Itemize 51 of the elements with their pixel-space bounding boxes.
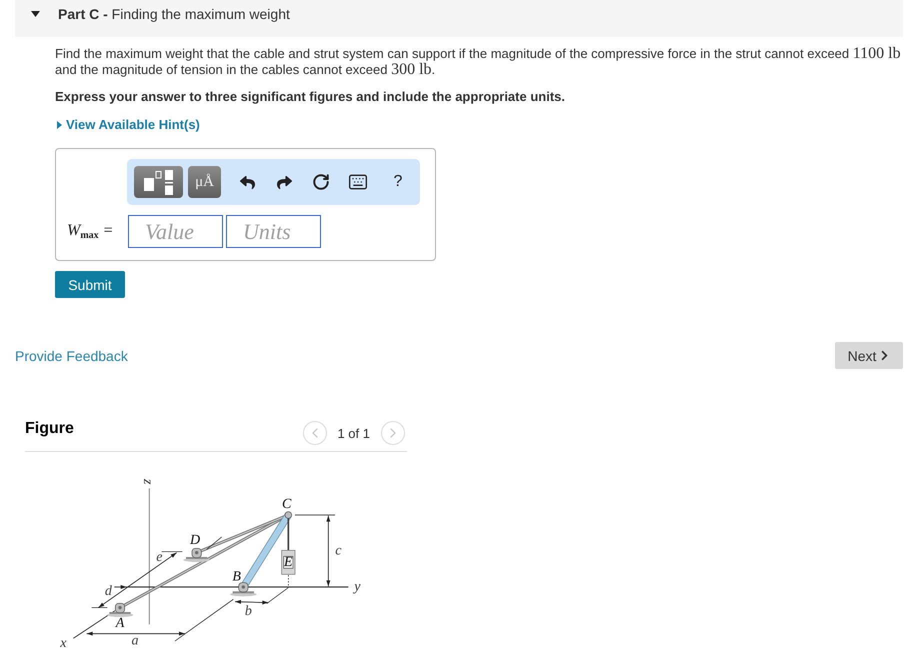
caret-right-icon[interactable]: [57, 121, 62, 129]
pin-support: [106, 603, 134, 617]
dimension-label: c: [335, 544, 342, 558]
point-label: C: [282, 496, 292, 512]
rope-line: [288, 518, 290, 550]
projection-line: [288, 574, 289, 588]
keyboard-icon: [348, 172, 368, 192]
page-counter: 1 of 1: [337, 426, 370, 440]
figure-title: Figure: [25, 420, 74, 438]
pin-joint: [284, 511, 292, 519]
next-button[interactable]: Next: [835, 342, 903, 369]
point-label: E: [284, 555, 293, 570]
extension-line: [266, 587, 289, 604]
axis-label: z: [140, 478, 156, 484]
submit-button[interactable]: Submit: [55, 271, 125, 298]
extension-line: [294, 514, 336, 516]
value-field[interactable]: Value: [128, 215, 223, 248]
undo-icon: [240, 174, 254, 190]
help-button[interactable]: ?: [383, 167, 413, 197]
axis-label: x: [60, 636, 66, 651]
pin-support: [183, 548, 210, 562]
leader-line: [206, 536, 222, 550]
redo-icon: [276, 174, 292, 190]
point-label: B: [232, 570, 241, 584]
axis-label: y: [354, 580, 360, 594]
dimension-label: e: [156, 550, 162, 566]
variable-label: W$_{max}$ =: [67, 222, 114, 241]
instruction-text: Express your answer to three significant figures and include the appropriate units.: [55, 89, 566, 105]
x-axis-line: [72, 610, 116, 639]
dimension-label: b: [244, 604, 252, 620]
dimension-label: d: [104, 584, 112, 600]
hint-link[interactable]: View Available Hint(s): [57, 117, 200, 133]
caret-down-icon[interactable]: [31, 11, 40, 17]
problem-text: Find the maximum weight that the cable and strut system can support if the magnitude of the compressive force in the strut cannot exceed 1100 lb and the magnitude of tension in the cables cannot exceed 300 lb.: [55, 46, 902, 78]
feedback-link[interactable]: Provide Feedback: [15, 348, 128, 364]
extension-line: [174, 599, 234, 642]
symbols-button[interactable]: μÅ: [188, 166, 221, 198]
weight-cylinder: [281, 550, 296, 575]
extension-line: [161, 551, 183, 552]
point-label: A: [116, 616, 124, 631]
point-label: D: [190, 532, 200, 548]
dimension-arrow: [234, 600, 269, 604]
units-field[interactable]: Units: [226, 215, 321, 248]
dimension-label: a: [132, 634, 138, 648]
dimension-arrow: [326, 515, 330, 587]
extension-line: [91, 607, 108, 608]
reset-icon: [312, 173, 330, 191]
templates-button[interactable]: [134, 166, 183, 198]
section-title: Part C - Finding the maximum weight: [58, 6, 290, 22]
templates-icon: [144, 170, 174, 194]
pin-support: [230, 582, 257, 596]
